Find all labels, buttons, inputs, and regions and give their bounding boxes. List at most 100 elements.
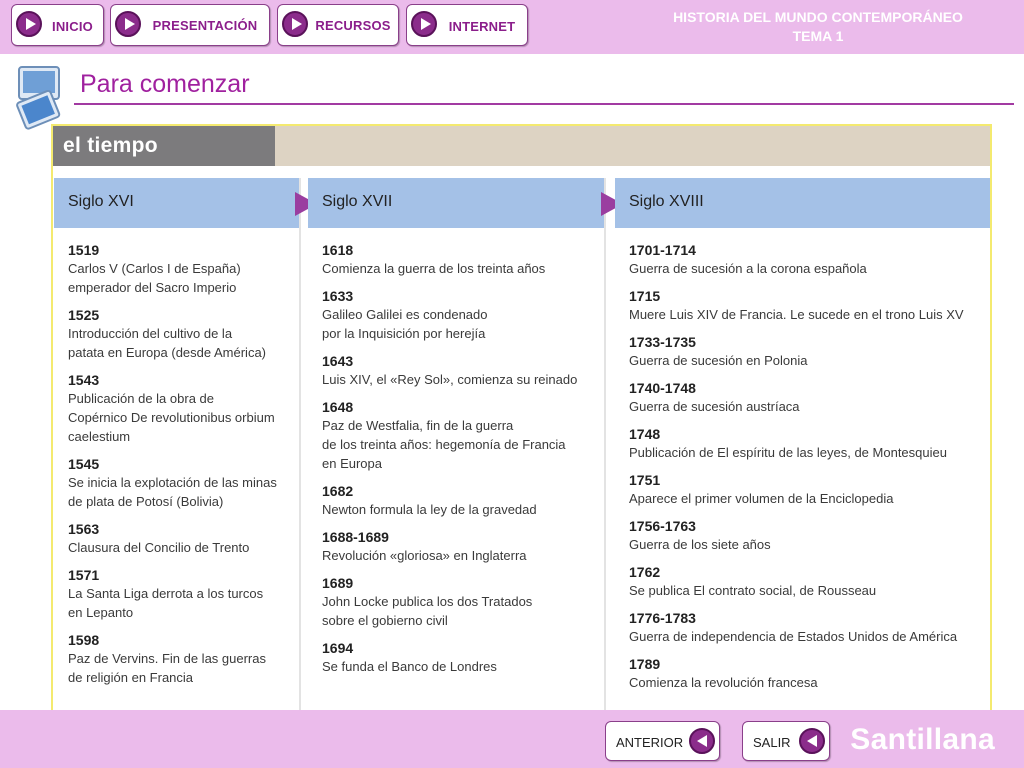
entry-year: 1519 — [68, 242, 100, 258]
entry-year: 1571 — [68, 567, 100, 583]
century-column-xvii: Siglo XVII 1618 Comienza la guerra de los… — [308, 178, 604, 712]
entry-description: Clausura del Concilio de Trento — [68, 540, 250, 555]
timeline-entry: 1571 La Santa Liga derrota a los turcos en… — [68, 566, 293, 622]
nav-button-label: PRESENTACIÓN — [152, 18, 258, 33]
entry-description: Se funda el Banco de Londres — [322, 659, 497, 674]
entry-description: Comienza la guerra de los treinta años — [322, 261, 546, 276]
timeline-entry: 1598 Paz de Vervins. Fin de las guerras de… — [68, 631, 293, 687]
entry-description: Introducción del cultivo de la — [68, 326, 233, 341]
entry-description: Carlos V (Carlos I de España) — [68, 261, 241, 276]
entry-year: 1740-1748 — [629, 380, 696, 396]
entry-year: 1543 — [68, 372, 100, 388]
entry-description: en Europa — [322, 456, 382, 471]
previous-button[interactable]: ANTERIOR — [605, 721, 720, 761]
entry-year: 1748 — [629, 426, 661, 442]
entry-description: Guerra de sucesión austríaca — [629, 399, 800, 414]
entry-year: 1525 — [68, 307, 100, 323]
timeline-entry: 1543 Publicación de la obra de Copérnico D… — [68, 371, 293, 446]
entry-description: Guerra de sucesión a la corona española — [629, 261, 867, 276]
timeline-entry: 1633 Galileo Galilei es condenado por la I… — [322, 287, 598, 343]
entry-description: Paz de Westfalia, fin de la guerra — [322, 418, 514, 433]
column-header: Siglo XVII — [308, 178, 604, 228]
nav-button-label: RECURSOS — [315, 18, 391, 33]
entry-description: Se publica El contrato social, de Rousse… — [629, 583, 877, 598]
nav-button-inicio[interactable]: INICIO — [11, 4, 104, 46]
nav-button-internet[interactable]: INTERNET — [406, 4, 528, 46]
previous-button-label: ANTERIOR — [616, 735, 684, 750]
section-title: Para comenzar — [80, 70, 250, 98]
entry-year: 1618 — [322, 242, 354, 258]
timeline-entry: 1689 John Locke publica los dos Tratados s… — [322, 574, 598, 630]
timeline-entry: 1751 Aparece el primer volumen de la Enci… — [629, 471, 984, 508]
timeline-entry: 1643 Luis XIV, el «Rey Sol», comienza su … — [322, 352, 598, 389]
panel-header-tag: el tiempo — [53, 126, 275, 166]
timeline-entry: 1748 Publicación de El espíritu de las le… — [629, 425, 984, 462]
entry-year: 1756-1763 — [629, 518, 696, 534]
entry-year: 1598 — [68, 632, 100, 648]
timeline-entry: 1545 Se inicia la explotación de las mina… — [68, 455, 293, 511]
panel-header: el tiempo — [53, 126, 990, 166]
column-header: Siglo XVI — [54, 178, 299, 228]
entry-year: 1563 — [68, 521, 100, 537]
entry-year: 1545 — [68, 456, 100, 472]
entry-year: 1715 — [629, 288, 661, 304]
entry-description: de religión en Francia — [68, 670, 194, 685]
timeline-entry: 1715 Muere Luis XIV de Francia. Le sucede… — [629, 287, 984, 324]
entry-description: emperador del Sacro Imperio — [68, 280, 237, 295]
entry-description: Publicación de El espíritu de las leyes,… — [629, 445, 947, 460]
entry-year: 1751 — [629, 472, 661, 488]
play-right-icon — [282, 11, 308, 37]
timeline-entry: 1648 Paz de Westfalia, fin de la guerra de… — [322, 398, 598, 473]
entry-description: en Lepanto — [68, 605, 134, 620]
entry-year: 1689 — [322, 575, 354, 591]
entry-description: Galileo Galilei es condenado — [322, 307, 488, 322]
column-entries: 1519 Carlos V (Carlos I de España) emperad… — [68, 241, 293, 696]
entry-description: Revolución «gloriosa» en Inglaterra — [322, 548, 527, 563]
entry-description: Luis XIV, el «Rey Sol», comienza su rein… — [322, 372, 578, 387]
timeline-entry: 1776-1783 Guerra de independencia de Esta… — [629, 609, 984, 646]
entry-year: 1789 — [629, 656, 661, 672]
entry-description: Copérnico De revolutionibus orbium — [68, 410, 275, 425]
entry-description: sobre el gobierno civil — [322, 613, 448, 628]
course-title: HISTORIA DEL MUNDO CONTEMPORÁNEO — [673, 9, 963, 25]
nav-button-presentacion[interactable]: PRESENTACIÓN — [110, 4, 270, 46]
exit-button[interactable]: SALIR — [742, 721, 830, 761]
column-entries: 1618 Comienza la guerra de los treinta añ… — [322, 241, 598, 685]
column-header: Siglo XVIII — [615, 178, 990, 228]
timeline-panel: el tiempo Siglo XVI 1519 Carlos V (Carlos… — [51, 124, 992, 716]
timeline-entry: 1525 Introducción del cultivo de la patata… — [68, 306, 293, 362]
timeline-entry: 1618 Comienza la guerra de los treinta añ… — [322, 241, 598, 278]
timeline-entry: 1694 Se funda el Banco de Londres — [322, 639, 598, 676]
entry-year: 1733-1735 — [629, 334, 696, 350]
entry-description: caelestium — [68, 429, 131, 444]
entry-year: 1762 — [629, 564, 661, 580]
publisher-logo: Santillana — [850, 723, 995, 756]
timeline-entry: 1701-1714 Guerra de sucesión a la corona … — [629, 241, 984, 278]
entry-year: 1694 — [322, 640, 354, 656]
entry-description: por la Inquisición por herejía — [322, 326, 486, 341]
nav-button-recursos[interactable]: RECURSOS — [277, 4, 399, 46]
entry-description: John Locke publica los dos Tratados — [322, 594, 533, 609]
century-column-xvi: Siglo XVI 1519 Carlos V (Carlos I de Espa… — [54, 178, 299, 712]
unit-title: TEMA 1 — [792, 28, 844, 44]
course-header: HISTORIA DEL MUNDO CONTEMPORÁNEO TEMA 1 — [628, 8, 1008, 46]
entry-description: Guerra de los siete años — [629, 537, 771, 552]
nav-button-label: INICIO — [52, 19, 93, 34]
timeline-entry: 1688-1689 Revolución «gloriosa» en Inglat… — [322, 528, 598, 565]
entry-year: 1776-1783 — [629, 610, 696, 626]
column-title: Siglo XVIII — [629, 193, 704, 210]
entry-description: Aparece el primer volumen de la Enciclop… — [629, 491, 894, 506]
column-title: Siglo XVII — [322, 193, 393, 210]
century-column-xviii: Siglo XVIII 1701-1714 Guerra de sucesión … — [615, 178, 990, 712]
entry-description: patata en Europa (desde América) — [68, 345, 267, 360]
entry-year: 1643 — [322, 353, 354, 369]
nav-button-label: INTERNET — [448, 19, 516, 34]
timeline-entry: 1740-1748 Guerra de sucesión austríaca — [629, 379, 984, 416]
entry-description: Comienza la revolución francesa — [629, 675, 818, 690]
monitor-icon — [16, 66, 61, 130]
timeline-entry: 1789 Comienza la revolución francesa — [629, 655, 984, 692]
entry-year: 1633 — [322, 288, 354, 304]
title-divider — [74, 103, 1014, 105]
play-right-icon — [411, 11, 437, 37]
play-right-icon — [115, 11, 141, 37]
